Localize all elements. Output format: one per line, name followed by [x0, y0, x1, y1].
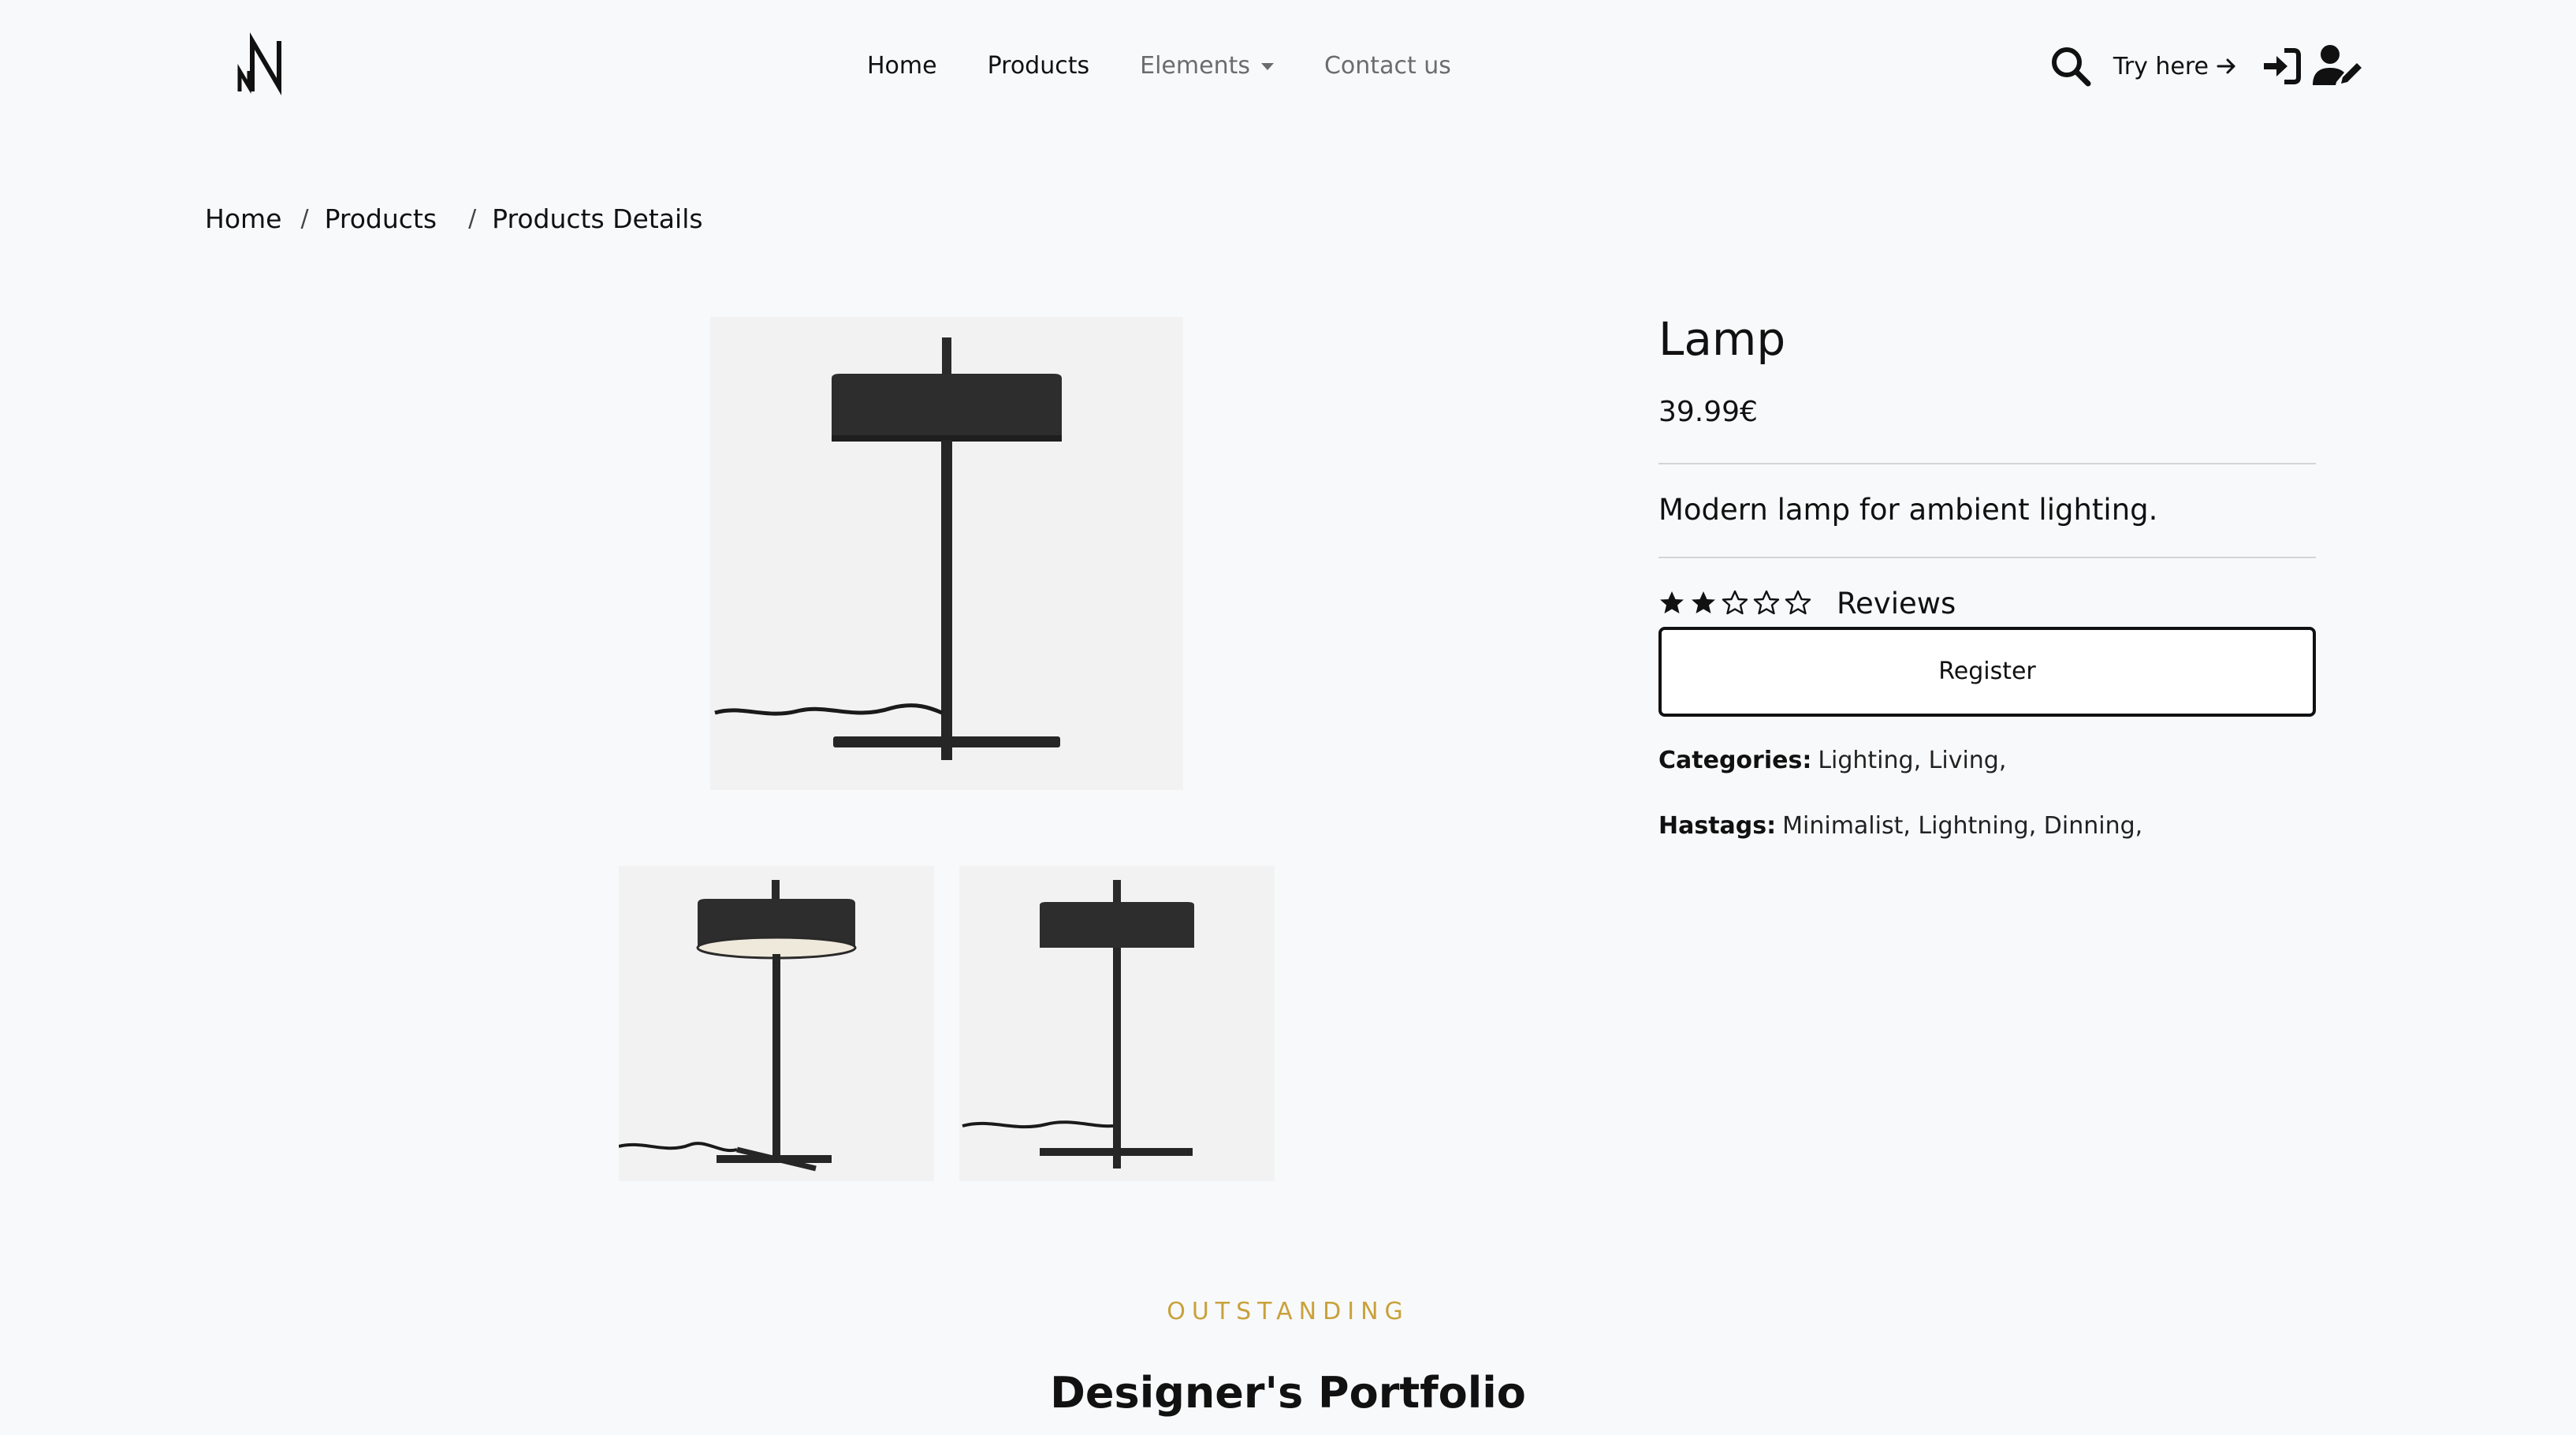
- nav-products[interactable]: Products: [988, 52, 1090, 80]
- breadcrumb: Home / Products / Products Details: [205, 203, 703, 234]
- product-thumbnail[interactable]: [959, 866, 1275, 1181]
- logo-icon[interactable]: [229, 32, 300, 102]
- section-eyebrow: OUTSTANDING: [1167, 1298, 1409, 1325]
- nav-actions: Try here: [2049, 44, 2363, 88]
- rating-row: Reviews: [1658, 587, 2316, 621]
- arrow-right-icon: [2215, 54, 2239, 78]
- try-here-label: Try here: [2113, 52, 2209, 80]
- star-rating[interactable]: [1658, 590, 1816, 617]
- hashtags-row: Hastags: Minimalist, Lightning, Dinning,: [1658, 812, 2316, 840]
- nav-elements-dropdown[interactable]: Elements: [1140, 52, 1274, 80]
- product-price: 39.99€: [1658, 395, 1758, 428]
- product-info: Lamp 39.99€ Modern lamp for ambient ligh…: [1658, 312, 2316, 840]
- star-filled-icon[interactable]: [1658, 590, 1685, 617]
- hashtags-value[interactable]: Minimalist, Lightning, Dinning,: [1782, 812, 2142, 840]
- categories-row: Categories: Lighting, Living,: [1658, 747, 2316, 774]
- star-outline-icon[interactable]: [1722, 590, 1748, 617]
- star-outline-icon[interactable]: [1753, 590, 1780, 617]
- try-here-link[interactable]: Try here: [2113, 53, 2239, 80]
- star-filled-icon[interactable]: [1690, 590, 1717, 617]
- breadcrumb-products[interactable]: Products: [325, 203, 437, 234]
- user-edit-icon[interactable]: [2313, 44, 2363, 88]
- nav-contact[interactable]: Contact us: [1324, 52, 1451, 80]
- reviews-link[interactable]: Reviews: [1837, 587, 1956, 621]
- section-title: Designer's Portfolio: [1050, 1368, 1526, 1418]
- main-nav: Home Products Elements Contact us: [867, 52, 1502, 80]
- page: Home Products Elements Contact us Try he…: [0, 0, 2576, 1435]
- product-thumbnail[interactable]: [619, 866, 934, 1181]
- nav-home[interactable]: Home: [867, 52, 937, 80]
- search-icon[interactable]: [2049, 44, 2093, 88]
- breadcrumb-home[interactable]: Home: [205, 203, 281, 234]
- product-title: Lamp: [1658, 312, 1786, 366]
- divider: [1658, 462, 2316, 464]
- register-button[interactable]: Register: [1658, 626, 2316, 717]
- breadcrumb-separator: /: [468, 205, 477, 233]
- categories-label: Categories:: [1658, 746, 1812, 774]
- product-main-image: [710, 317, 1183, 790]
- navbar: Home Products Elements Contact us Try he…: [0, 0, 2576, 142]
- product-description: Modern lamp for ambient lighting.: [1658, 492, 2158, 527]
- hashtags-label: Hastags:: [1658, 811, 1777, 840]
- nav-elements-label: Elements: [1140, 52, 1250, 80]
- caret-down-icon: [1260, 63, 1274, 70]
- breadcrumb-current: Products Details: [492, 203, 703, 234]
- star-outline-icon[interactable]: [1785, 590, 1811, 617]
- divider: [1658, 556, 2316, 558]
- breadcrumb-separator: /: [300, 205, 309, 233]
- sign-in-icon[interactable]: [2261, 46, 2302, 87]
- categories-value[interactable]: Lighting, Living,: [1818, 747, 2006, 774]
